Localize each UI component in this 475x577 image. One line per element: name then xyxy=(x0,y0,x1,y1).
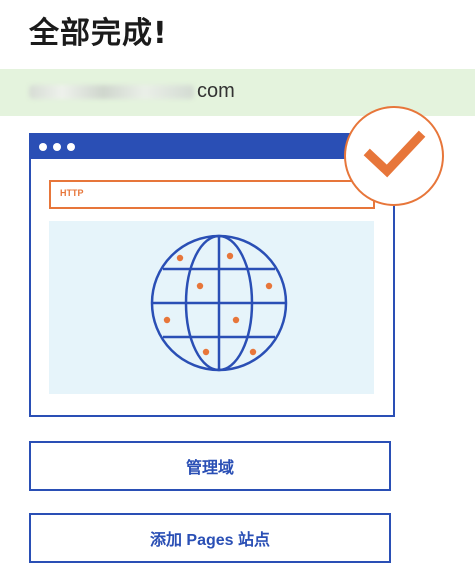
domain-suffix: com xyxy=(197,80,235,102)
url-protocol-label: HTTP xyxy=(60,188,84,198)
checkmark-icon xyxy=(344,106,444,206)
page-title: 全部完成! xyxy=(29,16,168,51)
window-dot-icon xyxy=(53,143,61,151)
add-pages-site-button[interactable]: 添加 Pages 站点 xyxy=(29,513,391,563)
browser-title-bar xyxy=(31,135,393,159)
url-bar: HTTP xyxy=(49,180,375,209)
redacted-domain-name xyxy=(29,85,194,99)
browser-content-area xyxy=(49,221,374,394)
window-dot-icon xyxy=(67,143,75,151)
manage-domain-button[interactable]: 管理域 xyxy=(29,441,391,491)
globe-icon xyxy=(150,234,288,372)
window-dot-icon xyxy=(39,143,47,151)
browser-illustration: HTTP xyxy=(29,133,395,417)
